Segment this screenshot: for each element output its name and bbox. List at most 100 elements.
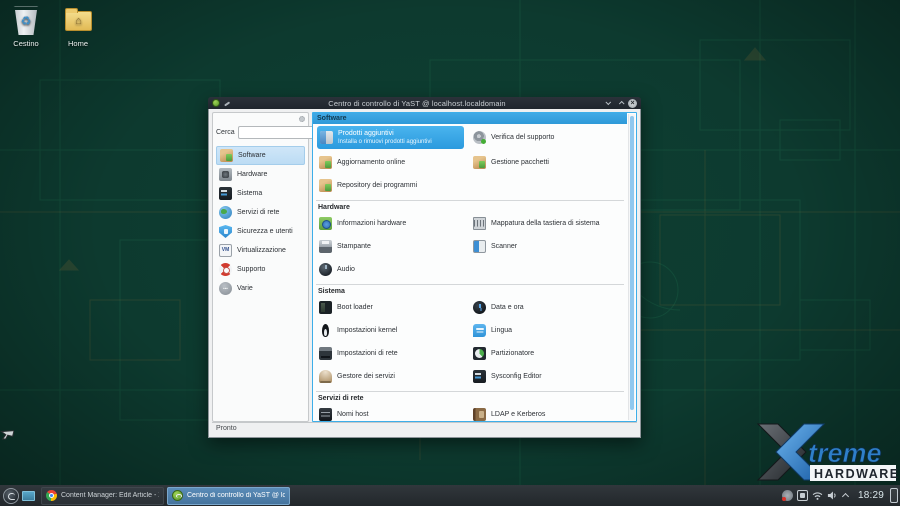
- application-launcher-button[interactable]: [3, 488, 19, 504]
- module-item[interactable]: Prodotti aggiuntiviInstalla o rimuovi pr…: [317, 126, 464, 149]
- module-item[interactable]: Sysconfig Editor: [470, 365, 624, 388]
- scrollbar-thumb[interactable]: [630, 116, 634, 410]
- gear-icon[interactable]: [299, 116, 305, 122]
- mouse-cursor: [0, 423, 14, 441]
- show-desktop-button[interactable]: [890, 488, 898, 503]
- yast-icon: [172, 490, 183, 501]
- section-header: Software: [313, 113, 627, 124]
- network-wifi-icon[interactable]: [812, 490, 823, 501]
- sidebar-list: Software Hardware Sistema Servizi di ret…: [216, 146, 305, 298]
- module-item[interactable]: Impostazioni di rete: [316, 342, 470, 365]
- module-item[interactable]: Aggiornamento online: [316, 151, 470, 174]
- module-list: Software Prodotti aggiuntiviInstalla o r…: [313, 113, 627, 421]
- module-item[interactable]: Mappatura della tastiera di sistema: [470, 212, 624, 235]
- desktop: { "colors": { "accent": "#3daee9", "head…: [0, 0, 900, 506]
- svg-text:treme: treme: [808, 438, 882, 468]
- language-icon: [473, 324, 486, 337]
- window-title: Centro di controllo di YaST @ localhost.…: [233, 99, 601, 108]
- netsettings-icon: [319, 347, 332, 360]
- rete-icon: [219, 206, 232, 219]
- xtreme-hardware-logo: treme HARDWARE: [756, 421, 898, 483]
- module-item[interactable]: Stampante: [316, 235, 470, 258]
- module-item[interactable]: Scanner: [470, 235, 624, 258]
- taskbar-task[interactable]: Centro di controllo di YaST @ local...: [167, 487, 290, 505]
- device-notifier-icon[interactable]: [797, 490, 808, 501]
- desktop-icon-label: Home: [52, 39, 104, 48]
- pin-icon[interactable]: [223, 100, 230, 107]
- printer-icon: [319, 240, 332, 253]
- sidebar-item-rete[interactable]: Servizi di rete: [216, 203, 305, 222]
- software-updates-icon[interactable]: [782, 490, 793, 501]
- audio-volume-icon[interactable]: [827, 490, 838, 501]
- sidebar-item-hardware[interactable]: Hardware: [216, 165, 305, 184]
- sicurezza-icon: [219, 225, 232, 238]
- trash-icon: ♻: [0, 6, 52, 36]
- module-item[interactable]: Boot loader: [316, 296, 470, 319]
- varie-icon: [219, 282, 232, 295]
- kernel-icon: [319, 324, 332, 337]
- module-item[interactable]: Nomi host: [316, 403, 470, 421]
- desktop-icon-home[interactable]: ⌂ Home: [52, 6, 104, 48]
- scanner-icon: [473, 240, 486, 253]
- maximize-button[interactable]: [616, 99, 625, 108]
- clock-icon: [473, 301, 486, 314]
- module-item[interactable]: Impostazioni kernel: [316, 319, 470, 342]
- minimize-button[interactable]: [604, 99, 613, 108]
- sidebar-item-varie[interactable]: Varie: [216, 279, 305, 298]
- task-list: Content Manager: Edit Article - Xtr... C…: [41, 487, 290, 505]
- desktop-icon-label: Cestino: [0, 39, 52, 48]
- module-item[interactable]: Informazioni hardware: [316, 212, 470, 235]
- module-item[interactable]: Verifica del supporto: [470, 124, 624, 151]
- home-folder-icon: ⌂: [52, 6, 104, 36]
- sidebar-item-sistema[interactable]: Sistema: [216, 184, 305, 203]
- module-item[interactable]: Data e ora: [470, 296, 624, 319]
- yast-app-icon: [212, 99, 220, 107]
- support-check-icon: [473, 131, 486, 144]
- module-panel: Software Prodotti aggiuntiviInstalla o r…: [312, 112, 637, 422]
- sidebar-item-sicurezza[interactable]: Sicurezza e utenti: [216, 222, 305, 241]
- sidebar-item-software[interactable]: Software: [216, 146, 305, 165]
- module-item[interactable]: LDAP e Kerberos: [470, 403, 624, 421]
- search-label: Cerca: [216, 129, 235, 136]
- section-header: Servizi di rete: [316, 391, 624, 403]
- taskbar: Content Manager: Edit Article - Xtr... C…: [0, 485, 900, 506]
- module-item[interactable]: Audio: [316, 258, 470, 281]
- module-item[interactable]: Gestione pacchetti: [470, 151, 624, 174]
- window-titlebar[interactable]: Centro di controllo di YaST @ localhost.…: [208, 97, 641, 109]
- sidebar-item-vm[interactable]: Virtualizzazione: [216, 241, 305, 260]
- sistema-icon: [219, 187, 232, 200]
- partition-icon: [473, 347, 486, 360]
- desktop-icon-trash[interactable]: ♻ Cestino: [0, 6, 52, 48]
- taskbar-task[interactable]: Content Manager: Edit Article - Xtr...: [41, 487, 164, 505]
- category-sidebar: Cerca Software Hardware Sistema Servizi …: [212, 112, 309, 422]
- sysconfig-icon: [473, 370, 486, 383]
- status-bar: Pronto: [212, 422, 637, 434]
- software-repos-icon: [319, 179, 332, 192]
- scrollbar[interactable]: [628, 114, 635, 420]
- close-button[interactable]: ×: [628, 99, 637, 108]
- package-management-icon: [473, 156, 486, 169]
- sidebar-item-supporto[interactable]: Supporto: [216, 260, 305, 279]
- hostnames-icon: [319, 408, 332, 421]
- system-tray: [782, 490, 850, 501]
- clock[interactable]: 18:29: [858, 490, 884, 501]
- section-header: Sistema: [316, 284, 624, 296]
- yast-window: Centro di controllo di YaST @ localhost.…: [208, 97, 641, 438]
- module-item[interactable]: Gestore dei servizi: [316, 365, 470, 388]
- services-icon: [319, 370, 332, 383]
- addon-icon: [320, 131, 333, 144]
- svg-text:HARDWARE: HARDWARE: [814, 467, 898, 481]
- module-item[interactable]: Repository dei programmi: [316, 174, 470, 197]
- panel-expand-icon[interactable]: [842, 490, 850, 501]
- module-item[interactable]: Lingua: [470, 319, 624, 342]
- online-update-icon: [319, 156, 332, 169]
- window-body: Cerca Software Hardware Sistema Servizi …: [208, 109, 641, 438]
- section-header: Hardware: [316, 200, 624, 212]
- audio-icon: [319, 263, 332, 276]
- software-icon: [220, 149, 233, 162]
- module-item[interactable]: Partizionatore: [470, 342, 624, 365]
- browser-icon: [46, 490, 57, 501]
- bootloader-icon: [319, 301, 332, 314]
- supporto-icon: [219, 263, 232, 276]
- virtual-desktop-pager[interactable]: [22, 491, 35, 501]
